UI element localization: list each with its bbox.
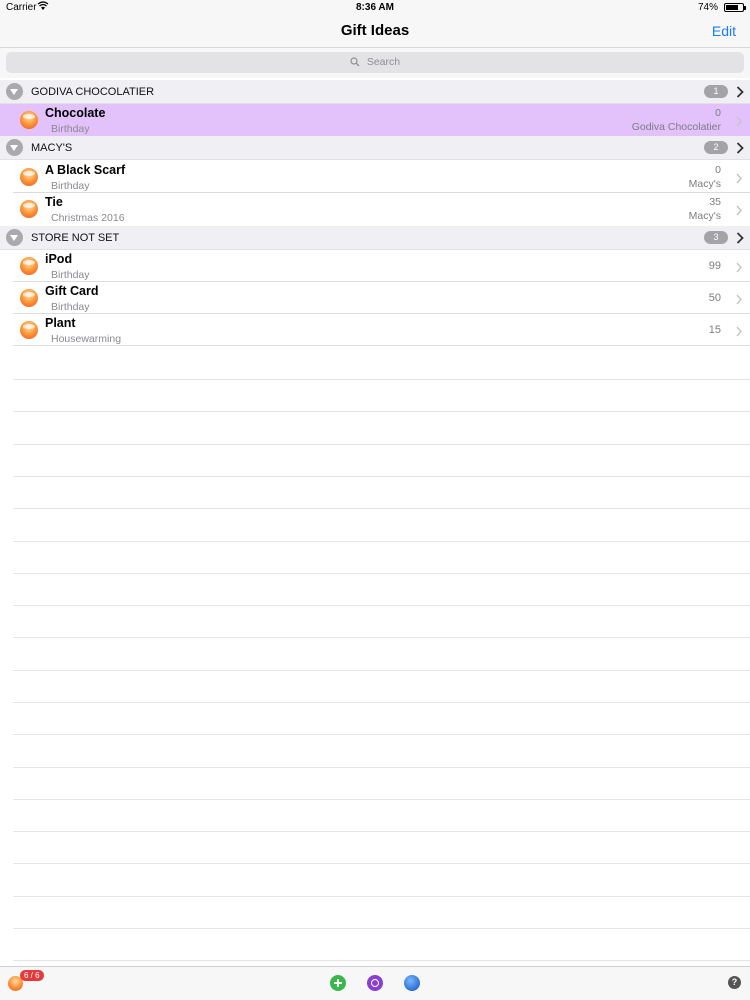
section-title: GODIVA CHOCOLATIER: [31, 86, 155, 98]
item-value: 35: [709, 196, 721, 208]
empty-row-divider: [13, 637, 750, 638]
collapse-icon[interactable]: [6, 229, 23, 246]
list-item[interactable]: Plant Housewarming 15: [0, 314, 750, 346]
battery-fill: [726, 5, 738, 10]
empty-row-divider: [13, 863, 750, 864]
item-occasion: Birthday: [51, 180, 90, 192]
empty-row-divider: [13, 702, 750, 703]
empty-row-divider: [13, 411, 750, 412]
empty-row-divider: [13, 928, 750, 929]
empty-row-divider: [13, 670, 750, 671]
add-icon[interactable]: [330, 975, 346, 991]
empty-row-divider: [13, 831, 750, 832]
list-item[interactable]: A Black Scarf Birthday 0 Macy's: [0, 161, 750, 193]
navigation-bar: Gift Ideas Edit: [0, 14, 750, 48]
chevron-right-icon: [736, 324, 742, 342]
chevron-right-icon: [736, 260, 742, 278]
item-value: 15: [708, 324, 721, 336]
empty-row-divider: [13, 476, 750, 477]
list-item[interactable]: Gift Card Birthday 50: [0, 282, 750, 314]
chevron-right-icon[interactable]: [736, 141, 744, 159]
section-header-godiva[interactable]: GODIVA CHOCOLATIER 1: [0, 80, 750, 104]
empty-row-divider: [13, 541, 750, 542]
list-item[interactable]: iPod Birthday 99: [0, 250, 750, 282]
empty-row-divider: [13, 896, 750, 897]
item-occasion: Birthday: [51, 269, 90, 281]
item-title: Gift Card: [45, 284, 99, 298]
globe-icon[interactable]: [404, 975, 420, 991]
item-title: iPod: [45, 252, 73, 266]
chevron-right-icon: [736, 203, 742, 221]
battery-icon: [724, 3, 746, 12]
page-title: Gift Ideas: [340, 22, 410, 39]
item-occasion: Birthday: [51, 123, 90, 135]
chevron-right-icon: [736, 171, 742, 189]
section-count-badge: 3: [704, 231, 728, 244]
item-occasion: Christmas 2016: [51, 212, 125, 224]
status-bar: Carrier 8:36 AM 74%: [0, 0, 750, 14]
item-title: Plant: [45, 316, 76, 330]
empty-row-divider: [13, 960, 750, 961]
clock: 8:36 AM: [356, 2, 394, 13]
edit-button[interactable]: Edit: [712, 23, 736, 39]
gift-orb-icon: [20, 321, 38, 339]
section-header-store-not-set[interactable]: STORE NOT SET 3: [0, 226, 750, 250]
section-title: STORE NOT SET: [31, 232, 120, 244]
chevron-right-icon[interactable]: [736, 85, 744, 103]
collapse-icon[interactable]: [6, 83, 23, 100]
row-divider: [13, 345, 750, 346]
list-item[interactable]: Tie Christmas 2016 35 Macy's: [0, 193, 750, 225]
search-placeholder: Search: [366, 56, 401, 68]
count-badge: 6 / 6: [20, 970, 44, 981]
search-bar-container: Search: [0, 48, 750, 78]
gift-orb-icon: [20, 257, 38, 275]
bottom-toolbar: 6 / 6 ?: [0, 966, 750, 1000]
gift-orb-icon: [20, 168, 38, 186]
item-title: Tie: [45, 195, 63, 209]
section-count-badge: 2: [704, 141, 728, 154]
empty-row-divider: [13, 767, 750, 768]
empty-row-divider: [13, 799, 750, 800]
search-input[interactable]: Search: [6, 52, 744, 73]
chevron-right-icon: [736, 114, 742, 132]
item-title: Chocolate: [45, 106, 106, 120]
section-header-macys[interactable]: MACY'S 2: [0, 136, 750, 160]
help-icon[interactable]: ?: [728, 976, 741, 989]
empty-row-divider: [13, 379, 750, 380]
collapse-icon[interactable]: [6, 139, 23, 156]
item-store: Godiva Chocolatier: [631, 121, 721, 133]
chevron-right-icon[interactable]: [736, 231, 744, 249]
gift-orb-icon: [20, 200, 38, 218]
empty-row-divider: [13, 605, 750, 606]
empty-row-divider: [13, 508, 750, 509]
item-value: 0: [715, 164, 721, 176]
empty-row-divider: [13, 734, 750, 735]
item-value: 50: [708, 292, 721, 304]
empty-row-divider: [13, 573, 750, 574]
empty-row-divider: [13, 444, 750, 445]
list-item[interactable]: Chocolate Birthday 0 Godiva Chocolatier: [0, 104, 750, 136]
item-title: A Black Scarf: [45, 163, 126, 177]
gift-orb-icon: [20, 289, 38, 307]
battery-percent: 74%: [697, 2, 718, 13]
item-value: 0: [715, 107, 721, 119]
search-icon: [350, 56, 367, 68]
chevron-right-icon: [736, 292, 742, 310]
item-store: Macy's: [688, 210, 721, 222]
item-value: 99: [708, 260, 721, 272]
gift-orb-icon: [20, 111, 38, 129]
section-title: MACY'S: [31, 142, 73, 154]
item-occasion: Birthday: [51, 301, 90, 313]
section-count-badge: 1: [704, 85, 728, 98]
item-store: Macy's: [688, 178, 721, 190]
item-occasion: Housewarming: [51, 333, 122, 345]
target-icon[interactable]: [367, 975, 383, 991]
